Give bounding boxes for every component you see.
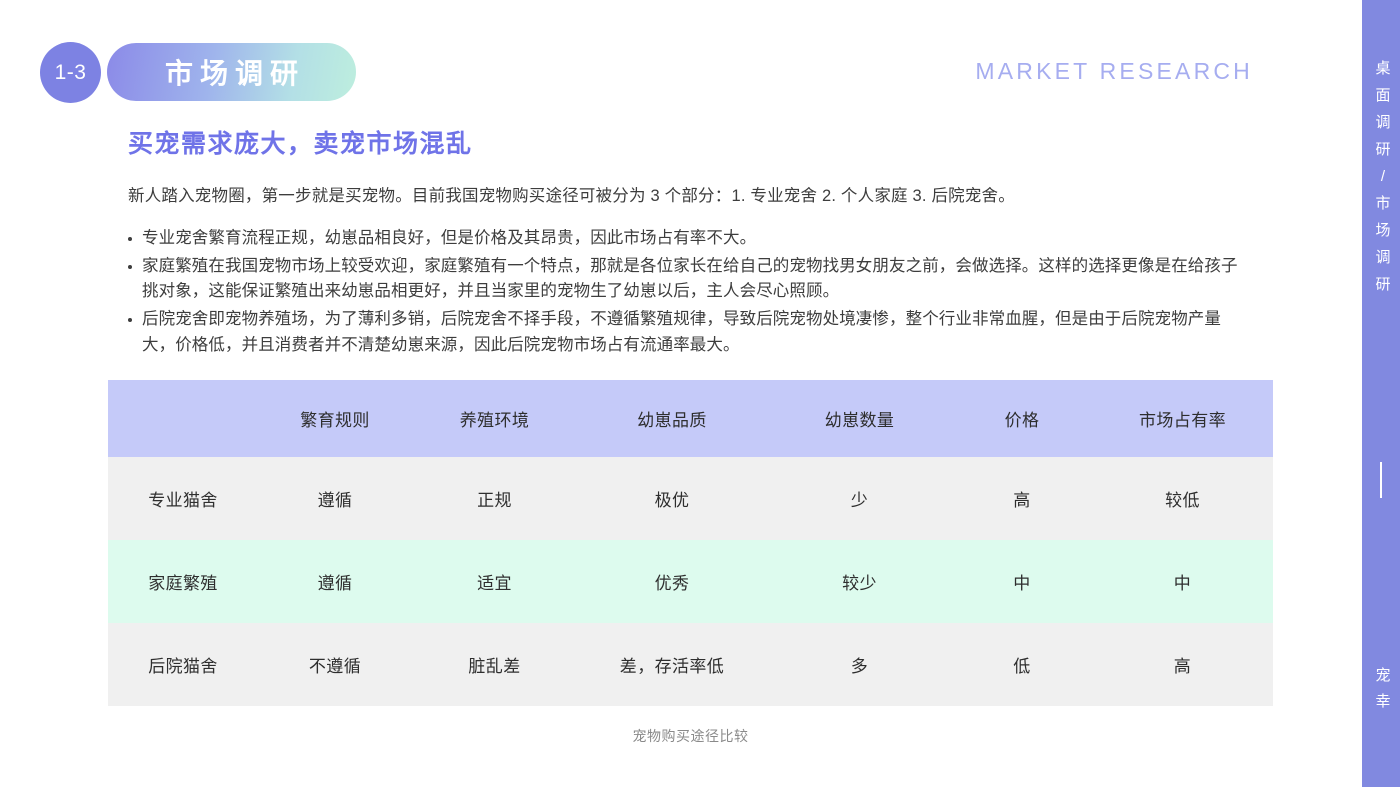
slide-canvas: 1-3 市场调研 MARKET RESEARCH 买宠需求庞大，卖宠市场混乱 新… bbox=[0, 0, 1358, 787]
table-column-header: 价格 bbox=[952, 380, 1092, 457]
table-cell: 优秀 bbox=[577, 540, 767, 623]
table-cell: 极优 bbox=[577, 457, 767, 540]
table-cell: 家庭繁殖 bbox=[108, 540, 258, 623]
table-body: 专业猫舍 遵循 正规 极优 少 高 较低 家庭繁殖 遵循 适宜 优秀 较少 bbox=[108, 457, 1273, 706]
table-cell: 多 bbox=[767, 623, 952, 706]
table-cell: 低 bbox=[952, 623, 1092, 706]
table-row: 家庭繁殖 遵循 适宜 优秀 较少 中 中 bbox=[108, 540, 1273, 623]
rail-char: 幸 bbox=[1362, 689, 1400, 715]
section-title-label: 市场调研 bbox=[158, 52, 305, 92]
rail-char: 市 bbox=[1362, 190, 1400, 217]
table-cell: 遵循 bbox=[258, 457, 412, 540]
rail-char: / bbox=[1362, 163, 1400, 190]
table-column-header: 市场占有率 bbox=[1092, 380, 1273, 457]
rail-char: 调 bbox=[1362, 109, 1400, 136]
table-column-header: 幼崽品质 bbox=[577, 380, 767, 457]
table-cell: 正规 bbox=[412, 457, 577, 540]
comparison-table-wrapper: 繁育规则 养殖环境 幼崽品质 幼崽数量 价格 市场占有率 专业猫舍 遵循 正规 … bbox=[108, 380, 1273, 706]
rail-char: 桌 bbox=[1362, 55, 1400, 82]
table-column-header: 幼崽数量 bbox=[767, 380, 952, 457]
table-caption: 宠物购买途径比较 bbox=[108, 726, 1273, 746]
intro-paragraph: 新人踏入宠物圈，第一步就是买宠物。目前我国宠物购买途径可被分为 3 个部分：1.… bbox=[128, 184, 1358, 209]
rail-char: 研 bbox=[1362, 271, 1400, 298]
table-cell: 中 bbox=[952, 540, 1092, 623]
chapter-number-badge: 1-3 bbox=[40, 42, 101, 103]
header-eyebrow-label: MARKET RESEARCH bbox=[975, 58, 1253, 85]
table-cell: 较少 bbox=[767, 540, 952, 623]
rail-divider bbox=[1380, 462, 1382, 498]
table-column-header: 养殖环境 bbox=[412, 380, 577, 457]
table-header-row: 繁育规则 养殖环境 幼崽品质 幼崽数量 价格 市场占有率 bbox=[108, 380, 1273, 457]
list-item: 家庭繁殖在我国宠物市场上较受欢迎，家庭繁殖有一个特点，那就是各位家长在给自己的宠… bbox=[128, 254, 1248, 305]
table-cell: 差，存活率低 bbox=[577, 623, 767, 706]
right-side-rail: 桌面调研/市场调研 宠幸 bbox=[1358, 0, 1400, 787]
table-cell: 专业猫舍 bbox=[108, 457, 258, 540]
table-column-header: 繁育规则 bbox=[258, 380, 412, 457]
rail-breadcrumb: 桌面调研/市场调研 bbox=[1362, 55, 1400, 298]
chapter-number-label: 1-3 bbox=[55, 61, 87, 85]
table-cell: 适宜 bbox=[412, 540, 577, 623]
table-cell: 高 bbox=[1092, 623, 1273, 706]
rail-char: 调 bbox=[1362, 244, 1400, 271]
table-cell: 不遵循 bbox=[258, 623, 412, 706]
table-cell: 高 bbox=[952, 457, 1092, 540]
table-cell: 较低 bbox=[1092, 457, 1273, 540]
rail-char: 场 bbox=[1362, 217, 1400, 244]
rail-char: 研 bbox=[1362, 136, 1400, 163]
table-cell: 后院猫舍 bbox=[108, 623, 258, 706]
rail-brand-label: 宠幸 bbox=[1362, 663, 1400, 715]
section-title-pill: 市场调研 bbox=[107, 43, 356, 101]
table-column-header bbox=[108, 380, 258, 457]
slide-body: 买宠需求庞大，卖宠市场混乱 新人踏入宠物圈，第一步就是买宠物。目前我国宠物购买途… bbox=[0, 128, 1358, 746]
table-cell: 中 bbox=[1092, 540, 1273, 623]
list-item: 后院宠舍即宠物养殖场，为了薄利多销，后院宠舍不择手段，不遵循繁殖规律，导致后院宠… bbox=[128, 307, 1248, 358]
table-cell: 脏乱差 bbox=[412, 623, 577, 706]
rail-char: 面 bbox=[1362, 82, 1400, 109]
table-row: 后院猫舍 不遵循 脏乱差 差，存活率低 多 低 高 bbox=[108, 623, 1273, 706]
table-row: 专业猫舍 遵循 正规 极优 少 高 较低 bbox=[108, 457, 1273, 540]
page-title: 买宠需求庞大，卖宠市场混乱 bbox=[128, 128, 1358, 161]
bullet-list: 专业宠舍繁育流程正规，幼崽品相良好，但是价格及其昂贵，因此市场占有率不大。 家庭… bbox=[128, 226, 1248, 358]
table-cell: 遵循 bbox=[258, 540, 412, 623]
table-cell: 少 bbox=[767, 457, 952, 540]
comparison-table: 繁育规则 养殖环境 幼崽品质 幼崽数量 价格 市场占有率 专业猫舍 遵循 正规 … bbox=[108, 380, 1273, 706]
list-item: 专业宠舍繁育流程正规，幼崽品相良好，但是价格及其昂贵，因此市场占有率不大。 bbox=[128, 226, 1248, 252]
slide-header: 1-3 市场调研 MARKET RESEARCH bbox=[0, 0, 1358, 140]
table-head: 繁育规则 养殖环境 幼崽品质 幼崽数量 价格 市场占有率 bbox=[108, 380, 1273, 457]
rail-char: 宠 bbox=[1362, 663, 1400, 689]
